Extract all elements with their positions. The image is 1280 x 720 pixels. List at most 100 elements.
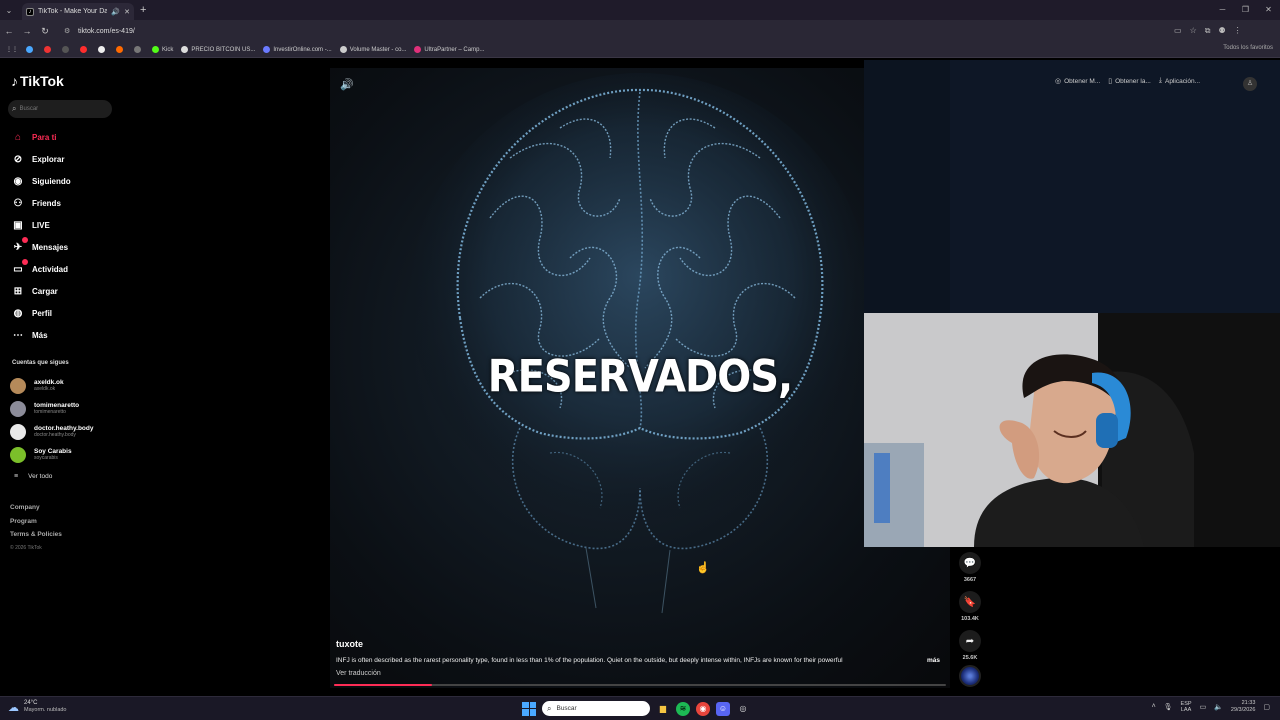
discord-icon[interactable]: ☺ [716,701,730,716]
nav-item-actividad[interactable]: ▭ Actividad [10,258,170,280]
bookmark-item[interactable] [62,46,72,53]
video-player[interactable]: RESERVADOS, 🔊 ••• tuxote INFJ is often d… [330,68,950,688]
nav-item-más[interactable]: ⋯ Más [10,324,170,346]
bookmark-item[interactable] [26,46,36,53]
address-bar-row: ← → ↻ ⚙ tiktok.com/es-419/ ▭ ☆ ⧉ ⚉ ⋮ [0,20,1280,42]
close-window-icon[interactable]: ✕ [1257,0,1280,20]
bookmark-item[interactable] [98,46,108,53]
weather-widget[interactable]: ☁ 24°C Mayorm. nublado [8,700,67,714]
tab-search-button[interactable]: ⌄ [0,0,18,20]
following-account[interactable]: doctor.heathy.body doctor.heathy.body [10,420,93,443]
following-account[interactable]: axeldk.ok axeldk.ok [10,374,93,397]
tab-close-icon[interactable]: ✕ [124,8,130,16]
video-progress-bar[interactable] [334,684,946,686]
footer-program[interactable]: Program [10,518,62,532]
tray-chevron-icon[interactable]: ˄ [1152,703,1156,710]
bookmark-item[interactable] [134,46,144,53]
reload-icon[interactable]: ↻ [36,26,54,37]
action-count: 3667 [963,577,977,583]
music-disc-icon[interactable] [959,665,981,687]
top-action-button[interactable]: ⤓ Aplicación... [1159,77,1200,85]
nav-item-label: Mensajes [32,242,69,252]
speaker-icon[interactable]: 🔈 [1214,703,1223,711]
video-author[interactable]: tuxote [336,639,363,649]
nav-item-siguiendo[interactable]: ◉ Siguiendo [10,170,170,192]
following-account[interactable]: tomimenaretto tomimenaretto [10,397,93,420]
maximize-icon[interactable]: ❐ [1234,0,1257,20]
nav-item-cargar[interactable]: ⊞ Cargar [10,280,170,302]
nav-item-friends[interactable]: ⚇ Friends [10,192,170,214]
bookmark-favicon-icon [152,46,159,53]
more-icon: ⋯ [13,329,23,341]
user-avatar-icon[interactable]: ♙ [1243,77,1257,91]
nav-item-explorar[interactable]: ⊘ Explorar [10,148,170,170]
spotify-icon[interactable]: ≋ [676,701,690,716]
see-translation-link[interactable]: Ver traducción [336,670,381,677]
notification-badge [22,259,28,265]
following-accounts-title: Cuentas que sigues [12,360,69,366]
profile-icon[interactable]: ⚉ [1218,26,1225,36]
nav-item-mensajes[interactable]: ✈ Mensajes [10,236,170,258]
microphone-icon[interactable]: 🎙 [1164,703,1173,711]
see-more-link[interactable]: más [927,657,940,664]
all-bookmarks[interactable]: Todos los favoritos [1223,45,1273,51]
footer-terms[interactable]: Terms & Policies [10,531,62,545]
bookmarks-bar: ⋮⋮ Kick PRECIO BITCOIN US... InvestirOnlin… [0,42,1280,58]
tiktok-logo[interactable]: ♪ TikTok [11,73,64,89]
file-explorer-icon[interactable]: ▆ [656,702,670,716]
account-name: Soy Carabis [34,448,72,455]
comment-icon[interactable]: 💬 [959,552,981,574]
bookmark-favicon-icon [181,46,189,53]
audio-playing-icon[interactable]: 🔊 [111,8,120,16]
see-all-link[interactable]: ≡ Ver todo [14,473,52,480]
search-input[interactable]: ⌕ Buscar [8,100,112,118]
bookmark-item[interactable] [116,46,126,53]
bookmark-favicon-icon [62,46,69,53]
taskbar-search[interactable]: ⌕ Buscar [542,701,650,716]
bookmark-item[interactable] [44,46,54,53]
nav-item-para-ti[interactable]: ⌂ Para ti [10,126,170,148]
apps-icon[interactable]: ⋮⋮ [6,46,18,53]
bookmark-item[interactable]: UltraPartner – Camp... [414,46,484,53]
bookmark-item[interactable] [80,46,90,53]
account-handle: doctor.heathy.body [34,432,76,438]
new-tab-button[interactable]: + [140,4,146,16]
forward-arrow-icon[interactable]: → [18,26,36,36]
clock[interactable]: 21:33 29/3/2026 [1231,700,1255,713]
top-action-button[interactable]: ▯ Obtener la... [1108,77,1151,86]
account-name: axeldk.ok [34,379,64,386]
browser-menu-icon[interactable]: ⋮ [1234,26,1242,36]
volume-icon[interactable]: 🔊 [340,78,354,91]
action-count: 25.6K [962,655,978,661]
account-handle: axeldk.ok [34,386,56,392]
obs-icon[interactable]: ◎ [736,702,750,716]
network-icon[interactable]: ▭ [1200,703,1207,711]
extensions-icon[interactable]: ⧉ [1205,26,1211,36]
nav-item-live[interactable]: ▣ LIVE [10,214,170,236]
bookmark-item[interactable]: Volume Master - co... [339,46,406,53]
top-action-button[interactable]: ◎ Obtener M... [1055,77,1100,86]
bookmark-item[interactable]: PRECIO BITCOIN US... [181,46,255,53]
language-indicator[interactable]: ESP LAA [1181,701,1192,713]
chrome-icon[interactable]: ◉ [696,701,710,716]
search-icon: ⌕ [547,703,552,713]
bookmark-icon[interactable]: 🔖 [959,591,981,613]
nav-item-perfil[interactable]: ◍ Perfil [10,302,170,324]
nav-item-label: Perfil [32,308,53,318]
system-tray: ˄ 🎙 ESP LAA ▭ 🔈 21:33 29/3/2026 ▢ [1152,700,1270,713]
minimize-icon[interactable]: ─ [1211,0,1234,20]
site-info-icon[interactable]: ⚙ [64,27,74,35]
bookmark-item[interactable]: InvestirOnline.com -... [263,46,332,53]
url-field[interactable]: ⚙ tiktok.com/es-419/ [58,23,1168,39]
windows-start-icon[interactable] [522,701,536,716]
bookmark-favicon-icon [80,46,87,53]
bookmark-star-icon[interactable]: ☆ [1190,26,1197,36]
back-arrow-icon[interactable]: ← [0,26,18,36]
bookmark-item[interactable]: Kick [152,46,173,53]
footer-company[interactable]: Company [10,504,62,518]
browser-tab[interactable]: ♪ TikTok - Make Your Day 🔊 ✕ [22,3,134,20]
share-icon[interactable]: ➦ [959,630,981,652]
notifications-icon[interactable]: ▢ [1263,703,1270,711]
following-account[interactable]: Soy Carabis soycarabis [10,443,93,466]
cast-icon[interactable]: ▭ [1174,26,1182,36]
